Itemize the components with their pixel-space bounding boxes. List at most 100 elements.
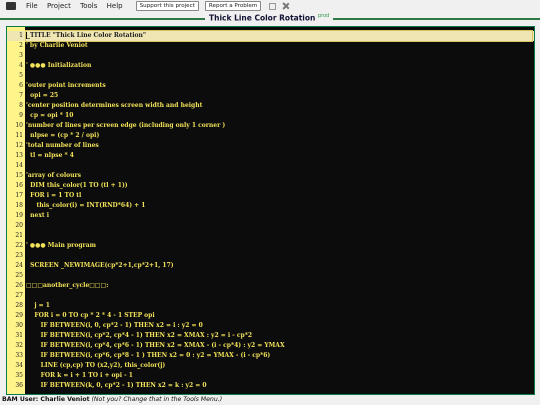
menu-project[interactable]: Project <box>47 2 71 10</box>
line-number: 9 <box>19 112 23 119</box>
line-number: 19 <box>15 212 23 219</box>
menu-help[interactable]: Help <box>107 2 123 10</box>
program-title-bar: Thick Line Color Rotation prod <box>0 12 540 24</box>
code-text[interactable]: DIM this_color(1 TO (tl + 1)) <box>26 181 127 191</box>
code-text[interactable]: IF BETWEEN(i, 0, cp*2 - 1) THEN x2 = i :… <box>26 321 203 331</box>
code-line[interactable]: 33 IF BETWEEN(i, cp*6, cp*8 - 1 ) THEN x… <box>7 351 534 361</box>
code-line[interactable]: 6'outer point increments <box>7 81 534 91</box>
code-text[interactable]: IF BETWEEN(k, 0, cp*2 - 1) THEN x2 = k :… <box>26 381 207 391</box>
menu-file[interactable]: File <box>26 2 38 10</box>
code-line[interactable]: 21 <box>7 231 534 241</box>
code-line[interactable]: 29 FOR i = 0 TO cp * 2 * 4 - 1 STEP opi <box>7 311 534 321</box>
code-text[interactable]: tl = nlpse * 4 <box>26 151 74 161</box>
code-line[interactable]: 30 IF BETWEEN(i, 0, cp*2 - 1) THEN x2 = … <box>7 321 534 331</box>
code-text[interactable]: 'number of lines per screen edge (includ… <box>26 121 225 131</box>
menu-tools[interactable]: Tools <box>80 2 97 10</box>
code-line[interactable]: 17 FOR i = 1 TO tl <box>7 191 534 201</box>
close-icon[interactable] <box>282 2 290 10</box>
status-bar: BAM User: Charlie Veniot (Not you? Chang… <box>0 395 540 405</box>
code-line[interactable]: 34 LINE (cp,cp) TO (x2,y2), this_color(j… <box>7 361 534 371</box>
line-number: 6 <box>19 82 23 89</box>
code-text[interactable]: j = 1 <box>26 301 50 311</box>
code-line[interactable]: 11 nlpse = (cp * 2 / opi) <box>7 131 534 141</box>
line-number: 21 <box>15 232 23 239</box>
line-number: 32 <box>15 342 23 349</box>
code-text[interactable]: IF BETWEEN(i, cp*4, cp*6 - 1) THEN x2 = … <box>26 341 285 351</box>
code-line[interactable]: 12'total number of lines <box>7 141 534 151</box>
code-line[interactable]: 8'center position determines screen widt… <box>7 101 534 111</box>
code-line[interactable]: 25 <box>7 271 534 281</box>
code-line[interactable]: 24 SCREEN _NEWIMAGE(cp*2+1,cp*2+1, 17) <box>7 261 534 271</box>
line-number: 17 <box>15 192 23 199</box>
code-text[interactable]: opi = 25 <box>26 91 58 101</box>
code-text[interactable]: 'outer point increments <box>26 81 106 91</box>
code-line[interactable]: 18 this_color(i) = INT(RND*64) + 1 <box>7 201 534 211</box>
line-number: 29 <box>15 312 23 319</box>
code-text[interactable]: FOR k = i + 1 TO i + opi - 1 <box>26 371 133 381</box>
code-text[interactable]: FOR i = 0 TO cp * 2 * 4 - 1 STEP opi <box>26 311 154 321</box>
code-line[interactable]: 1 _TITLE "Thick Line Color Rotation" <box>7 30 534 42</box>
line-number: 5 <box>19 72 23 79</box>
line-number: 28 <box>15 302 23 309</box>
line-number: 22 <box>15 242 23 249</box>
code-text[interactable]: this_color(i) = INT(RND*64) + 1 <box>26 201 145 211</box>
text-cursor <box>26 32 27 39</box>
code-line[interactable]: 13 tl = nlpse * 4 <box>7 151 534 161</box>
code-text[interactable]: _TITLE "Thick Line Color Rotation" <box>26 31 146 41</box>
code-line[interactable]: 28 j = 1 <box>7 301 534 311</box>
code-editor[interactable]: 1 _TITLE "Thick Line Color Rotation" 2 ' by… <box>6 26 535 395</box>
code-line[interactable]: 5 <box>7 71 534 81</box>
code-text[interactable]: IF BETWEEN(i, cp*2, cp*4 - 1) THEN x2 = … <box>26 331 252 341</box>
line-number: 11 <box>15 132 23 139</box>
code-text[interactable]: next i <box>26 211 49 221</box>
code-line[interactable]: 27 <box>7 291 534 301</box>
program-name: Thick Line Color Rotation <box>209 13 316 23</box>
line-number: 33 <box>15 352 23 359</box>
code-text[interactable]: ' by Charlie Veniot <box>26 41 88 51</box>
code-text[interactable]: 'array of colours <box>26 171 81 181</box>
code-line[interactable]: 15'array of colours <box>7 171 534 181</box>
code-line[interactable]: 7 opi = 25 <box>7 91 534 101</box>
line-number: 14 <box>15 162 23 169</box>
code-line[interactable]: 16 DIM this_color(1 TO (tl + 1)) <box>7 181 534 191</box>
code-line[interactable]: 35 FOR k = i + 1 TO i + opi - 1 <box>7 371 534 381</box>
line-number: 30 <box>15 322 23 329</box>
main-menu: File Project Tools Help <box>26 2 130 10</box>
current-user-label: BAM User: Charlie Veniot <box>2 396 90 403</box>
line-number: 8 <box>19 102 23 109</box>
maximize-icon[interactable] <box>269 2 277 10</box>
line-number: 23 <box>15 252 23 259</box>
code-text[interactable]: IF BETWEEN(i, cp*6, cp*8 - 1 ) THEN x2 =… <box>26 351 271 361</box>
code-text[interactable]: 'total number of lines <box>26 141 99 151</box>
line-number: 34 <box>15 362 23 369</box>
code-line[interactable]: 3 <box>7 51 534 61</box>
code-line[interactable]: 36 IF BETWEEN(k, 0, cp*2 - 1) THEN x2 = … <box>7 381 534 391</box>
code-line[interactable]: 31 IF BETWEEN(i, cp*2, cp*4 - 1) THEN x2… <box>7 331 534 341</box>
line-number: 16 <box>15 182 23 189</box>
code-text[interactable]: ' ●●● Initialization <box>26 61 91 71</box>
code-text[interactable]: LINE (cp,cp) TO (x2,y2), this_color(j) <box>26 361 166 371</box>
code-text[interactable]: SCREEN _NEWIMAGE(cp*2+1,cp*2+1, 17) <box>26 261 173 271</box>
code-text[interactable]: ' ●●● Main program <box>26 241 96 251</box>
code-text[interactable]: □□□another_cycle□□□: <box>26 281 108 291</box>
code-text[interactable]: 'center position determines screen width… <box>26 101 202 111</box>
support-project-button[interactable]: Support this project <box>135 1 199 11</box>
code-text[interactable]: nlpse = (cp * 2 / opi) <box>26 131 99 141</box>
code-text[interactable]: cp = opi * 10 <box>26 111 73 121</box>
code-line[interactable]: 26 □□□another_cycle□□□: <box>7 281 534 291</box>
code-line[interactable]: 2 ' by Charlie Veniot <box>7 41 534 51</box>
code-line[interactable]: 4 ' ●●● Initialization <box>7 61 534 71</box>
change-user-note: (Not you? Change that in the Tools Menu.… <box>91 396 223 403</box>
code-line[interactable]: 22 ' ●●● Main program <box>7 241 534 251</box>
code-line[interactable]: 9 cp = opi * 10 <box>7 111 534 121</box>
report-problem-button[interactable]: Report a Problem <box>204 1 262 11</box>
code-line[interactable]: 20 <box>7 221 534 231</box>
code-line[interactable]: 19 next i <box>7 211 534 221</box>
line-number: 10 <box>15 122 23 129</box>
code-line[interactable]: 10'number of lines per screen edge (incl… <box>7 121 534 131</box>
code-line[interactable]: 14 <box>7 161 534 171</box>
line-number: 2 <box>19 42 23 49</box>
code-line[interactable]: 32 IF BETWEEN(i, cp*4, cp*6 - 1) THEN x2… <box>7 341 534 351</box>
code-line[interactable]: 23 <box>7 251 534 261</box>
code-text[interactable]: FOR i = 1 TO tl <box>26 191 81 201</box>
